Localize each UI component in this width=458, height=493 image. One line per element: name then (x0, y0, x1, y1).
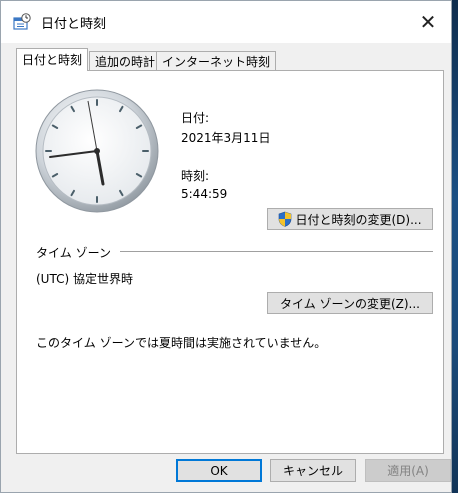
tab-label: インターネット時刻 (162, 55, 271, 69)
close-icon: ✕ (419, 10, 437, 34)
date-time-icon (13, 13, 31, 30)
uac-shield-icon (279, 211, 292, 227)
time-value: 5:44:59 (181, 187, 228, 201)
group-divider (120, 251, 433, 252)
close-button[interactable]: ✕ (405, 1, 451, 43)
date-time-dialog: 日付と時刻 ✕ 日付と時刻 追加の時計 インターネット時刻 日付: 2021年3… (0, 0, 452, 493)
tab-additional-clocks[interactable]: 追加の時計 (89, 51, 162, 71)
cancel-button[interactable]: キャンセル (270, 459, 356, 482)
date-label: 日付: (181, 111, 210, 125)
analog-clock (35, 89, 159, 213)
timezone-group-label: タイム ゾーン (36, 246, 111, 260)
change-timezone-button[interactable]: タイム ゾーンの変更(Z)... (267, 292, 433, 314)
tab-panel: 日付: 2021年3月11日 時刻: 5:44:59 日付と時刻の変更(D)..… (16, 70, 444, 454)
window-title: 日付と時刻 (41, 17, 107, 32)
ok-button[interactable]: OK (176, 459, 262, 482)
time-label: 時刻: (181, 169, 210, 183)
ok-label: OK (210, 463, 228, 478)
apply-button[interactable]: 適用(A) (365, 459, 451, 482)
change-date-time-button[interactable]: 日付と時刻の変更(D)... (267, 208, 433, 230)
apply-label: 適用(A) (387, 464, 429, 478)
tab-label: 日付と時刻 (22, 53, 83, 67)
tab-date-time[interactable]: 日付と時刻 (16, 48, 89, 71)
tab-internet-time[interactable]: インターネット時刻 (156, 51, 277, 71)
change-timezone-label: タイム ゾーンの変更(Z)... (279, 296, 420, 311)
date-value: 2021年3月11日 (181, 131, 271, 145)
timezone-value: (UTC) 協定世界時 (36, 272, 133, 286)
tab-label: 追加の時計 (95, 55, 156, 69)
dst-note: このタイム ゾーンでは夏時間は実施されていません。 (36, 336, 327, 350)
title-bar: 日付と時刻 ✕ (1, 1, 451, 43)
cancel-label: キャンセル (282, 464, 343, 478)
change-date-time-label: 日付と時刻の変更(D)... (295, 212, 422, 227)
